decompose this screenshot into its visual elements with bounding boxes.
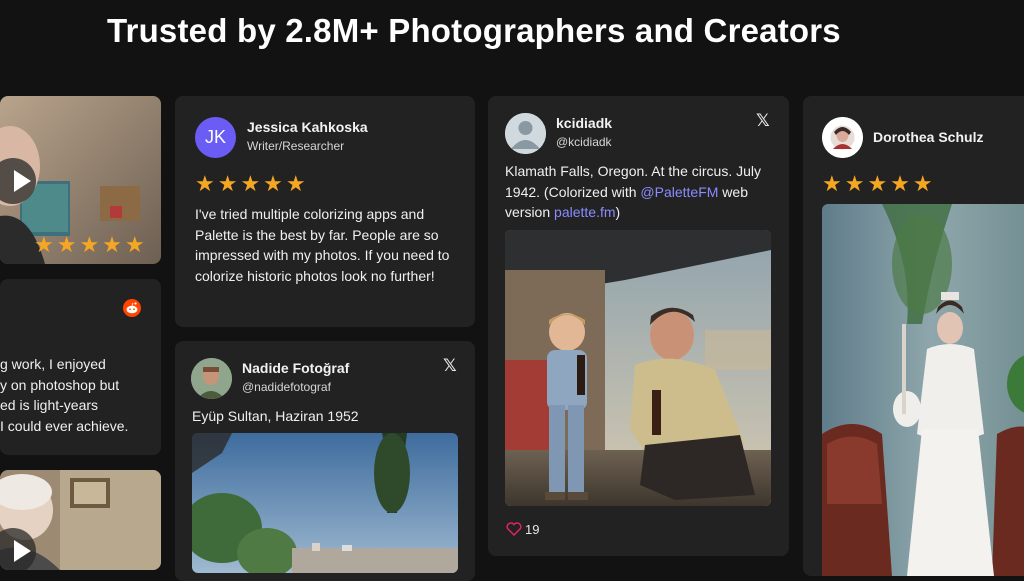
- tweet-author-name: Nadide Fotoğraf: [242, 360, 350, 376]
- tweet-author-handle: @nadidefotograf: [242, 380, 331, 394]
- like-count: 19: [525, 522, 540, 537]
- play-icon: [13, 540, 31, 562]
- tweet-text: Eyüp Sultan, Haziran 1952: [192, 408, 359, 424]
- tweet-photo[interactable]: [505, 230, 771, 506]
- tweet-card-nadide: Nadide Fotoğraf @nadidefotograf 𝕏 Eyüp S…: [175, 341, 475, 581]
- tweet-card-kcidiadk: kcidiadk @kcidiadk 𝕏 Klamath Falls, Oreg…: [488, 96, 789, 556]
- avatar: [822, 117, 863, 158]
- rating-stars: ★★★★★: [195, 171, 309, 196]
- rating-stars: ★★★★★: [34, 232, 148, 257]
- video-testimonial-card[interactable]: [0, 470, 161, 570]
- avatar: [191, 358, 232, 399]
- url-link[interactable]: palette.fm: [554, 204, 615, 220]
- tweet-text: Klamath Falls, Oregon. At the circus. Ju…: [505, 161, 777, 223]
- avatar-initials: JK: [195, 117, 236, 158]
- review-line: y on photoshop but: [0, 377, 120, 393]
- reviewer-name: Jessica Kahkoska: [247, 119, 368, 135]
- tweet-author-name: kcidiadk: [556, 115, 613, 131]
- reddit-icon[interactable]: [123, 299, 141, 317]
- reviewer-role: Writer/Researcher: [247, 139, 345, 153]
- mention-link[interactable]: @PaletteFM: [640, 184, 718, 200]
- play-icon: [13, 170, 31, 192]
- review-line: g work, I enjoyed: [0, 356, 106, 372]
- review-line: I could ever achieve.: [0, 418, 129, 434]
- x-logo-icon[interactable]: 𝕏: [443, 356, 457, 376]
- tweet-author-handle: @kcidiadk: [556, 135, 612, 149]
- tweet-text-part: ): [615, 204, 621, 220]
- reddit-review-card: g work, I enjoyed y on photoshop but ed …: [0, 279, 161, 455]
- review-text: I've tried multiple colorizing apps and …: [195, 206, 450, 284]
- heart-icon[interactable]: [506, 522, 522, 541]
- review-card-jessica: JK Jessica Kahkoska Writer/Researcher ★★…: [175, 96, 475, 327]
- tweet-photo[interactable]: [192, 433, 458, 573]
- reviewer-name: Dorothea Schulz: [873, 129, 984, 145]
- review-line: ed is light-years: [0, 397, 99, 413]
- x-logo-icon[interactable]: 𝕏: [756, 111, 770, 131]
- rating-stars: ★★★★★: [822, 171, 936, 196]
- avatar-default: [505, 113, 546, 154]
- video-testimonial-card[interactable]: ★★★★★: [0, 96, 161, 264]
- review-card-dorothea: Dorothea Schulz ★★★★★: [803, 96, 1024, 576]
- page-title: Trusted by 2.8M+ Photographers and Creat…: [107, 12, 841, 49]
- review-photo[interactable]: [822, 204, 1024, 576]
